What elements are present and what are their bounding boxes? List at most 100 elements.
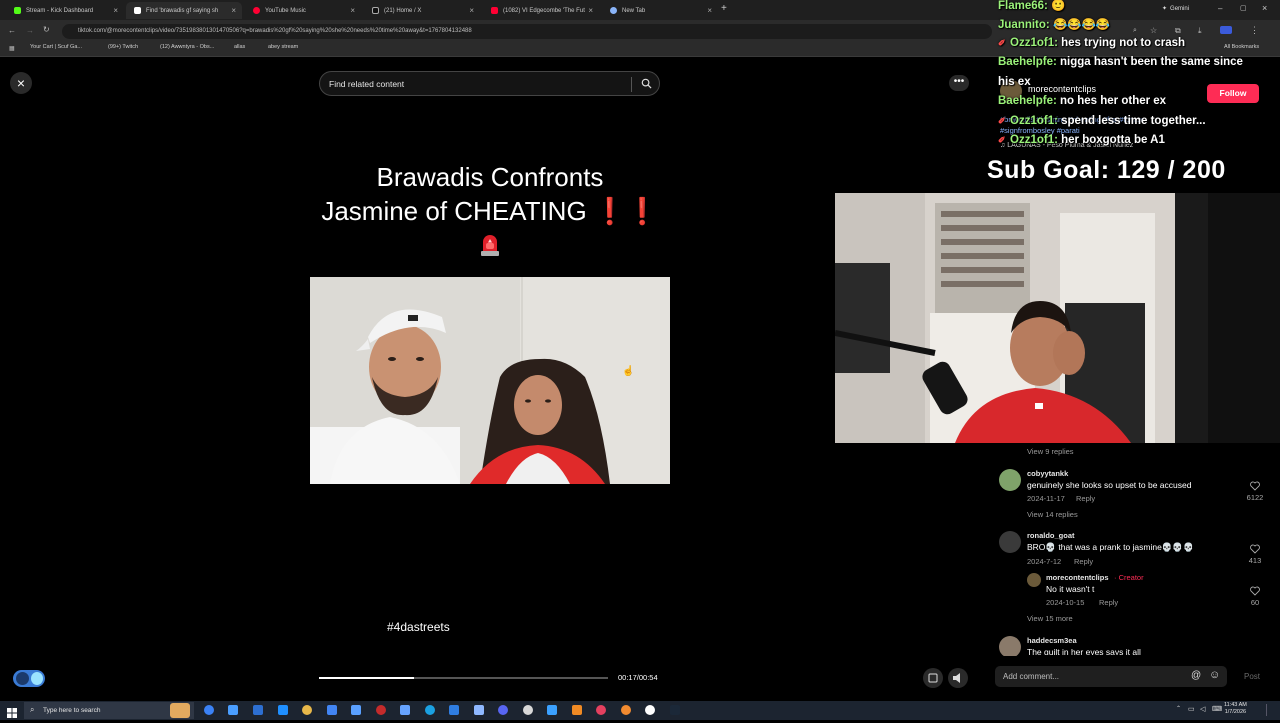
avatar[interactable] <box>999 636 1021 658</box>
app-icon[interactable] <box>376 705 386 715</box>
tab-tiktok[interactable]: Find 'brawadis gf saying sh × <box>126 2 242 19</box>
reply-button[interactable]: Reply <box>1074 557 1093 566</box>
close-tab-icon[interactable]: × <box>588 6 593 15</box>
tab-youtube-video[interactable]: (1082) VI Edgecombe 'The Fut × <box>483 2 599 19</box>
app-icon[interactable] <box>327 705 337 715</box>
tab-x-home[interactable]: (21) Home / X × <box>364 2 480 19</box>
keyboard-icon[interactable]: ⌨ <box>1212 705 1222 713</box>
taskview-icon[interactable] <box>204 705 214 715</box>
heart-icon[interactable] <box>1250 586 1260 596</box>
close-tab-icon[interactable]: × <box>350 6 355 15</box>
follow-button[interactable]: Follow <box>1207 84 1259 103</box>
download-icon[interactable]: ⤓ <box>1198 26 1202 36</box>
bookmark-allas[interactable]: allas <box>234 44 245 50</box>
mention-icon[interactable]: @ <box>1191 670 1201 681</box>
tab-kick-dashboard[interactable]: Stream - Kick Dashboard × <box>6 2 124 19</box>
close-window-icon[interactable]: × <box>1262 3 1267 13</box>
tray-chevron-icon[interactable]: ⌃ <box>1176 705 1181 712</box>
apps-icon[interactable]: ▦ <box>9 45 15 52</box>
tab-youtube-music[interactable]: YouTube Music × <box>245 2 361 19</box>
bookmark-star-icon[interactable]: ☆ <box>1150 26 1157 35</box>
reload-icon[interactable]: ↻ <box>43 25 50 34</box>
video-hashtag[interactable]: #4dastreets <box>387 620 450 634</box>
steam-icon[interactable] <box>670 705 680 715</box>
comment-username[interactable]: haddecsm3ea <box>1027 636 1077 645</box>
bookmark-scuf[interactable]: Your Cart | Scuf Ga... <box>30 44 82 50</box>
app-icon[interactable] <box>572 705 582 715</box>
url-field[interactable]: tiktok.com/@morecontentclips/video/73519… <box>62 24 992 39</box>
captions-button[interactable] <box>923 668 943 688</box>
browser-menu-icon[interactable]: ⋮ <box>1250 25 1259 36</box>
zoom-icon[interactable]: ⌕ <box>1133 27 1137 35</box>
video-frame[interactable] <box>310 277 670 484</box>
app-icon[interactable] <box>228 705 238 715</box>
comment-username[interactable]: morecontentclips <box>1046 573 1109 582</box>
search-input[interactable]: Find related content <box>319 71 660 96</box>
windows-start-icon[interactable] <box>7 705 17 718</box>
app-icon[interactable] <box>278 705 288 715</box>
chrome-icon <box>610 7 617 14</box>
tab-new-tab[interactable]: New Tab × <box>602 2 718 19</box>
post-button[interactable]: Post <box>1244 672 1260 681</box>
emoji-icon[interactable]: ☺ <box>1209 669 1220 681</box>
bookmark-obs[interactable]: (12) Awwntyra - Obs... <box>160 44 214 50</box>
network-icon[interactable]: ▭ <box>1188 705 1195 713</box>
search-icon[interactable] <box>641 78 652 89</box>
heart-icon[interactable] <box>1250 544 1260 554</box>
app-icon[interactable] <box>645 705 655 715</box>
app-icon[interactable] <box>547 705 557 715</box>
taskbar-search-input[interactable]: ⌕ Type here to search <box>24 702 194 719</box>
back-icon[interactable]: ← <box>8 26 16 35</box>
edge-icon[interactable] <box>425 705 435 715</box>
volume-button[interactable] <box>948 668 968 688</box>
app-icon[interactable] <box>400 705 410 715</box>
new-tab-icon[interactable]: + <box>721 3 727 14</box>
view-replies-link[interactable]: View 15 more <box>1027 614 1073 623</box>
tab-label: (1082) VI Edgecombe 'The Fut <box>503 7 585 14</box>
bookmark-abey-stream[interactable]: abey stream <box>268 44 298 50</box>
floating-app-icon[interactable] <box>13 670 45 687</box>
avatar[interactable] <box>999 469 1021 491</box>
gemini-button[interactable]: ✦ Gemini <box>1162 5 1189 13</box>
app-icon[interactable] <box>474 705 484 715</box>
close-tab-icon[interactable]: × <box>231 6 236 15</box>
more-options-icon[interactable]: ••• <box>949 75 969 91</box>
minimize-icon[interactable]: – <box>1218 4 1222 13</box>
show-desktop-button[interactable] <box>1266 704 1272 716</box>
taskbar-clock[interactable]: 11:43 AM 1/7/2026 <box>1224 702 1247 716</box>
extensions-icon[interactable]: ⧉ <box>1175 26 1181 36</box>
creator-name[interactable]: morecontentclips <box>1028 84 1096 94</box>
video-progress-bar[interactable] <box>319 677 608 679</box>
profile-icon[interactable] <box>1220 26 1232 34</box>
app-icon[interactable] <box>449 705 459 715</box>
mod-badge-icon: ✐ <box>998 135 1006 145</box>
app-icon[interactable] <box>523 705 533 715</box>
view-replies-link[interactable]: View 9 replies <box>1027 447 1074 456</box>
comment-username[interactable]: ronaldo_goat <box>1027 531 1075 540</box>
discord-icon[interactable] <box>498 705 508 715</box>
comment-date: 2024-11-17 <box>1027 494 1065 503</box>
app-icon[interactable] <box>253 705 263 715</box>
add-comment-input[interactable]: Add comment... @ ☺ <box>995 666 1227 687</box>
close-tab-icon[interactable]: × <box>469 6 474 15</box>
close-icon[interactable]: × <box>10 72 32 94</box>
maximize-icon[interactable]: ▢ <box>1240 4 1247 12</box>
bookmark-twitch[interactable]: (99+) Twitch <box>108 44 138 50</box>
chrome-icon[interactable] <box>302 705 312 715</box>
comment-username[interactable]: cobyytankk <box>1027 469 1068 478</box>
app-icon[interactable] <box>351 705 361 715</box>
avatar[interactable] <box>1027 573 1041 587</box>
all-bookmarks[interactable]: All Bookmarks <box>1224 44 1259 50</box>
reply-button[interactable]: Reply <box>1076 494 1095 503</box>
forward-icon[interactable]: → <box>26 26 34 35</box>
app-icon-dot <box>31 672 43 685</box>
close-tab-icon[interactable]: × <box>707 6 712 15</box>
speaker-icon[interactable]: ◁ <box>1200 705 1205 713</box>
app-icon[interactable] <box>596 705 606 715</box>
heart-icon[interactable] <box>1250 481 1260 491</box>
reply-button[interactable]: Reply <box>1099 598 1118 607</box>
view-replies-link[interactable]: View 14 replies <box>1027 510 1078 519</box>
close-tab-icon[interactable]: × <box>113 6 118 15</box>
avatar[interactable] <box>999 531 1021 553</box>
chrome-icon[interactable] <box>621 705 631 715</box>
